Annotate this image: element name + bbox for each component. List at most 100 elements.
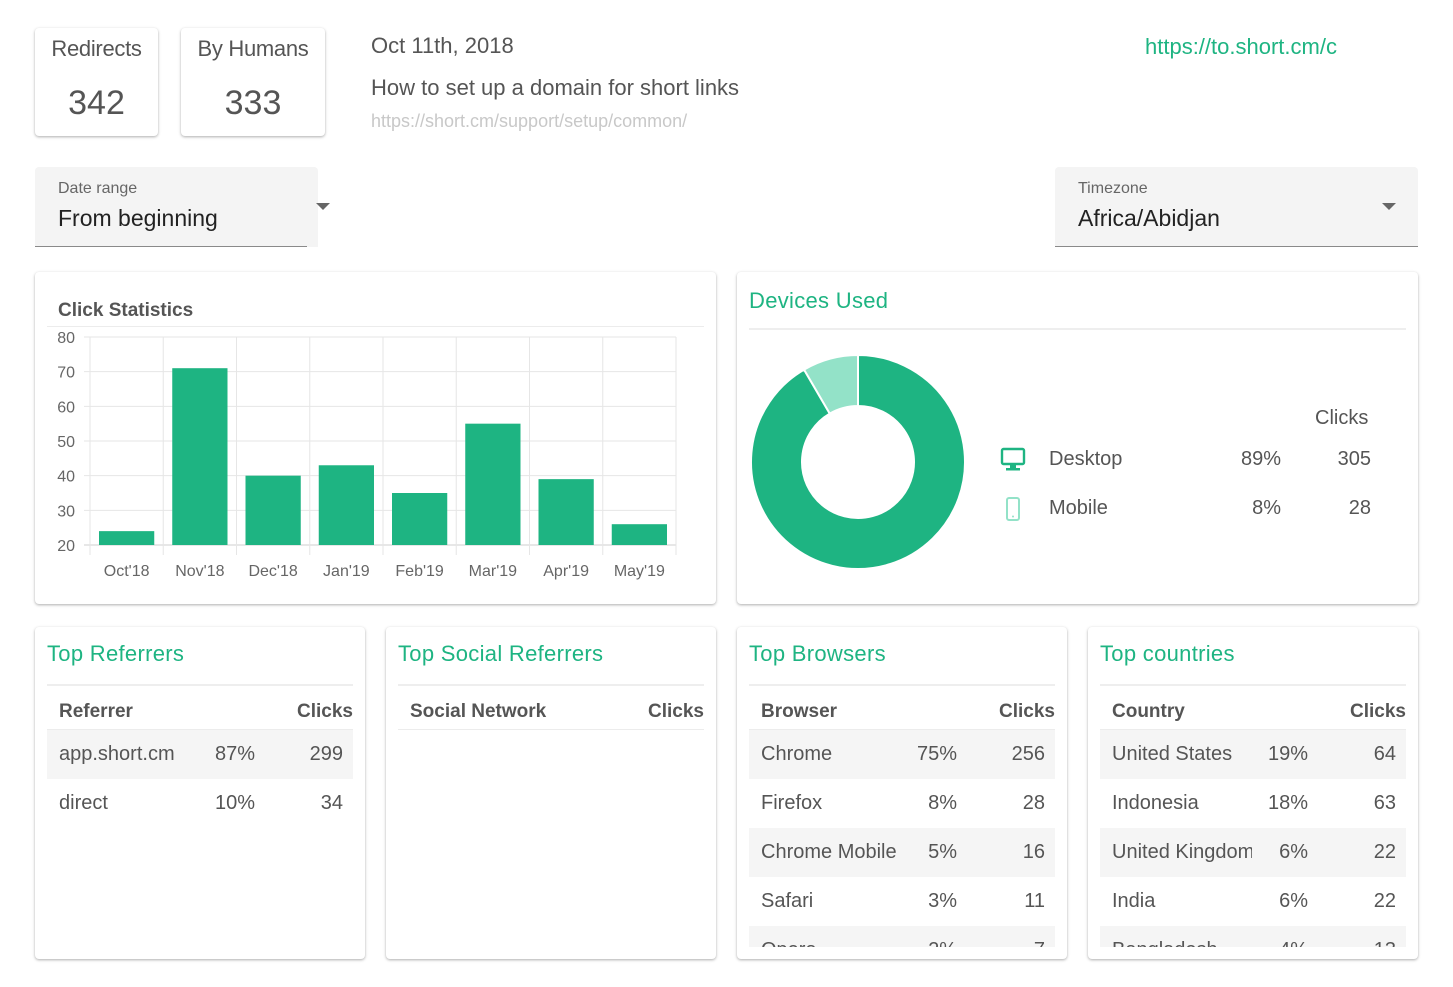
bar: [318, 465, 374, 545]
x-tick-label: Feb'19: [395, 563, 444, 580]
original-url[interactable]: https://short.cm/support/setup/common/: [371, 111, 739, 132]
row-clicks: 22: [1373, 890, 1396, 912]
top-browsers-card: Top Browsers Browser Clicks Chrome 75% 256…: [737, 627, 1067, 959]
mobile-icon: [1006, 497, 1020, 521]
y-tick-label: 70: [57, 365, 75, 382]
row-percent: 10%: [214, 792, 255, 814]
top-countries-title: Top countries: [1100, 641, 1235, 666]
row-name: Firefox: [761, 792, 823, 814]
row-name: Chrome: [761, 743, 833, 765]
bar: [172, 368, 228, 545]
x-tick-label: Oct'18: [104, 563, 150, 580]
table-row[interactable]: Safari 3% 11: [749, 877, 1055, 926]
bar: [392, 493, 448, 545]
table-row[interactable]: direct 10% 34: [47, 779, 353, 828]
card-divider: [47, 684, 353, 686]
redirects-stat-card: Redirects 342: [35, 28, 158, 136]
row-percent: 6%: [1279, 841, 1308, 863]
column-header-browser[interactable]: Browser: [761, 701, 837, 723]
bar: [465, 423, 521, 545]
row-name: Safari: [761, 890, 814, 912]
bar: [99, 531, 155, 545]
device-percent: 89%: [1240, 448, 1281, 470]
column-header-clicks[interactable]: Clicks: [648, 701, 704, 723]
x-tick-label: Jan'19: [323, 563, 370, 580]
row-clicks: 64: [1373, 743, 1396, 765]
link-date: Oct 11th, 2018: [371, 33, 514, 58]
row-name: India: [1112, 890, 1156, 912]
table-row[interactable]: app.short.cm 87% 299: [47, 730, 353, 779]
row-clicks: 256: [1011, 743, 1045, 765]
card-divider: [398, 684, 704, 686]
top-referrers-card: Top Referrers Referrer Clicks app.short.…: [35, 627, 365, 959]
x-tick-label: Nov'18: [175, 563, 224, 580]
table-header: Social Network Clicks: [398, 697, 704, 730]
timezone-underline: [1055, 246, 1418, 247]
column-header-clicks[interactable]: Clicks: [297, 701, 353, 723]
date-range-select[interactable]: Date range From beginning: [35, 167, 330, 247]
devices-donut-chart: [750, 353, 966, 570]
device-name: Desktop: [1049, 448, 1123, 470]
y-tick-label: 40: [57, 469, 75, 486]
humans-value: 333: [224, 84, 282, 122]
row-clicks: 22: [1373, 841, 1396, 863]
row-clicks: 299: [309, 743, 343, 765]
row-name: Indonesia: [1112, 792, 1199, 814]
row-percent: 75%: [916, 743, 957, 765]
table-row[interactable]: Firefox 8% 28: [749, 779, 1055, 828]
y-tick-label: 80: [57, 330, 75, 347]
table-row[interactable]: Bangladesh4% 13: [1100, 926, 1406, 947]
timezone-select[interactable]: Timezone Africa/Abidjan: [1055, 167, 1418, 247]
link-title: How to set up a domain for short links: [371, 75, 740, 100]
y-tick-label: 20: [57, 538, 75, 555]
dropdown-arrow-icon[interactable]: [1382, 203, 1396, 210]
column-header-clicks[interactable]: Clicks: [1350, 701, 1406, 723]
table-row[interactable]: Opera2% 7: [749, 926, 1055, 947]
short-url-link[interactable]: https://to.short.cm/c: [1145, 34, 1337, 60]
column-header-social-network[interactable]: Social Network: [410, 701, 546, 723]
table-row[interactable]: Indonesia 18% 63: [1100, 779, 1406, 828]
date-range-value[interactable]: From beginning: [58, 205, 218, 232]
table-row[interactable]: Chrome 75% 256: [749, 730, 1055, 779]
column-header-country[interactable]: Country: [1112, 701, 1185, 723]
x-tick-label: May'19: [614, 563, 665, 580]
row-name: United Kingdom: [1112, 841, 1252, 863]
chart-divider: [47, 326, 704, 327]
y-tick-label: 50: [57, 434, 75, 451]
link-info: Oct 11th, 2018 How to set up a domain fo…: [371, 33, 739, 132]
bar: [611, 524, 667, 545]
column-header-clicks[interactable]: Clicks: [999, 701, 1055, 723]
table-body: United States 19% 64 Indonesia 18% 63 United K…: [1100, 730, 1406, 947]
x-tick-label: Apr'19: [543, 563, 589, 580]
devices-clicks-header: Clicks: [1315, 407, 1369, 429]
table-row[interactable]: United Kingdom 6% 22: [1100, 828, 1406, 877]
date-range-label: Date range: [58, 180, 138, 197]
date-range-underline: [35, 246, 307, 247]
column-header-referrer[interactable]: Referrer: [59, 701, 133, 723]
table-row[interactable]: Chrome Mobile 5% 16: [749, 828, 1055, 877]
row-clicks: 13: [1374, 939, 1396, 947]
table-row[interactable]: United States 19% 64: [1100, 730, 1406, 779]
top-countries-card: Top countries Country Clicks United Stat…: [1088, 627, 1418, 959]
row-percent: 6%: [1279, 890, 1308, 912]
top-referrers-table: Referrer Clicks app.short.cm 87% 299 direct…: [47, 697, 353, 947]
top-browsers-table[interactable]: Browser Clicks Chrome 75% 256 Firefox 8% 28 Ch…: [749, 697, 1055, 947]
devices-title: Devices Used: [749, 288, 889, 313]
timezone-label: Timezone: [1078, 180, 1148, 197]
top-countries-table[interactable]: Country Clicks United States 19% 64 Indones…: [1100, 697, 1406, 947]
top-referrers-title: Top Referrers: [47, 641, 185, 666]
row-clicks: 11: [1024, 890, 1045, 912]
timezone-value[interactable]: Africa/Abidjan: [1078, 205, 1220, 232]
device-clicks: 305: [1337, 448, 1371, 470]
top-social-referrers-table: Social Network Clicks: [398, 697, 704, 947]
devices-divider: [749, 328, 1406, 330]
device-name: Mobile: [1049, 497, 1108, 519]
table-row[interactable]: India 6% 22: [1100, 877, 1406, 926]
dropdown-arrow-icon[interactable]: [316, 203, 330, 210]
row-percent: 4%: [1250, 939, 1308, 947]
top-social-referrers-card: Top Social Referrers Social Network Clic…: [386, 627, 716, 959]
row-name: Opera: [761, 939, 901, 947]
x-tick-label: Dec'18: [248, 563, 297, 580]
row-clicks: 7: [1034, 939, 1045, 947]
humans-stat-card: By Humans 333: [181, 28, 325, 136]
